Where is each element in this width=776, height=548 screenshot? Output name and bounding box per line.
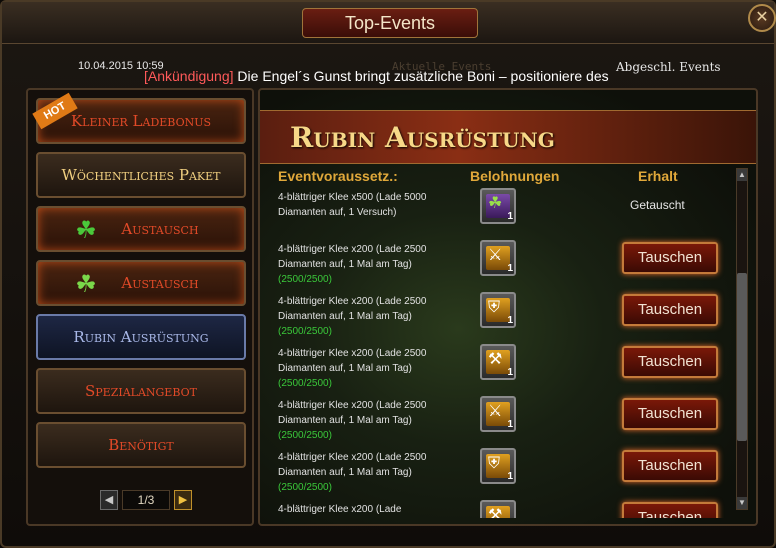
tauschen-button[interactable]: Tauschen [622, 502, 718, 518]
requirement-label: 4-blättriger Klee x200 (Lade 2500 Diaman… [278, 348, 427, 374]
pager-prev-button[interactable]: ◀ [100, 490, 118, 510]
reward-quantity: 1 [507, 471, 513, 482]
requirement-label: 4-blättriger Klee x200 (Lade 2500 Diaman… [278, 244, 427, 270]
window-title: Top-Events [302, 8, 478, 38]
sidebar-item-rubin-ausruestung[interactable]: Rubin Ausrüstung [36, 314, 246, 360]
requirement-text: 4-blättriger Klee x200 (Lade 2500 Diaman… [278, 346, 438, 391]
reward-item[interactable]: ⚒1 [480, 500, 516, 518]
reward-row: 4-blättriger Klee x200 (Lade 2500 Diaman… [260, 240, 740, 292]
event-banner: Rubin Ausrüstung [260, 110, 756, 164]
sidebar-item-label: Benötigt [108, 436, 174, 454]
column-header-rewards: Belohnungen [470, 168, 560, 184]
reward-glyph: ⚒ [488, 507, 503, 518]
requirement-progress: (2500/2500) [278, 378, 332, 389]
reward-item[interactable]: ⛨ 1 [480, 448, 516, 484]
column-header-requirement: Eventvoraussetz.: [278, 168, 398, 184]
reward-row: 4-blättriger Klee x200 (Lade 2500 Diaman… [260, 448, 740, 500]
reward-row: 4-blättriger Klee x200 (Lade 2500 Diaman… [260, 344, 740, 396]
reward-item[interactable]: ☘ 1 [480, 188, 516, 224]
requirement-progress: (2500/2500) [278, 326, 332, 337]
pager-page-label: 1/3 [122, 490, 170, 510]
requirement-text: 4-blättriger Klee x200 (Lade 2500 Diaman… [278, 242, 438, 287]
status-exchanged: Getauscht [630, 198, 685, 212]
scroll-down-arrow-icon[interactable]: ▼ [737, 497, 747, 509]
scroll-up-arrow-icon[interactable]: ▲ [737, 169, 747, 181]
pager-next-button[interactable]: ▶ [174, 490, 192, 510]
reward-row: 4-blättriger Klee x200 (Lade 2500 Diaman… [260, 396, 740, 448]
requirement-progress: (2500/2500) [278, 482, 332, 493]
reward-rows: 4-blättriger Klee x500 (Lade 5000 Diaman… [260, 188, 740, 518]
top-events-window: Top-Events ✕ 10.04.2015 10:59 Aktuelle E… [0, 0, 776, 548]
reward-item[interactable]: ⛨ 1 [480, 292, 516, 328]
sidebar-item-woechentliches-paket[interactable]: Wöchentliches Paket [36, 152, 246, 198]
sidebar-item-label: Austausch [121, 220, 199, 238]
sidebar-item-austausch-1[interactable]: ☘ Austausch [36, 206, 246, 252]
sidebar-item-label: Kleiner Ladebonus [70, 112, 212, 130]
sidebar-item-label: Wöchentliches Paket [61, 166, 221, 184]
reward-quantity: 1 [507, 263, 513, 274]
reward-glyph: ⚔ [488, 403, 503, 420]
tauschen-button[interactable]: Tauschen [622, 398, 718, 430]
requirement-label: 4-blättriger Klee x200 (Lade [278, 504, 402, 515]
clover-icon: ☘ [75, 216, 97, 244]
announcement-ticker: [Ankündigung] Die Engel´s Gunst bringt z… [144, 68, 670, 86]
reward-glyph: ⛨ [488, 299, 501, 316]
reward-item[interactable]: ⚔ 1 [480, 240, 516, 276]
reward-glyph: ☘ [488, 195, 503, 212]
requirement-text: 4-blättriger Klee x200 (Lade 2500 Diaman… [278, 294, 438, 339]
requirement-label: 4-blättriger Klee x200 (Lade 2500 Diaman… [278, 452, 427, 478]
sidebar-item-spezialangebot[interactable]: Spezialangebot [36, 368, 246, 414]
sidebar-pager: ◀ 1/3 ▶ [100, 490, 192, 510]
requirement-text: 4-blättriger Klee x200 (Lade [278, 502, 438, 517]
event-detail-panel: Rubin Ausrüstung Eventvoraussetz.: Beloh… [258, 88, 758, 526]
tauschen-button[interactable]: Tauschen [622, 242, 718, 274]
reward-quantity: 1 [507, 419, 513, 430]
close-button[interactable]: ✕ [748, 4, 776, 32]
rows-scrollbar[interactable]: ▲ ▼ [736, 168, 748, 510]
reward-item[interactable]: ⚔ 1 [480, 396, 516, 432]
scroll-thumb[interactable] [737, 273, 747, 441]
requirement-progress: (2500/2500) [278, 274, 332, 285]
requirement-text: 4-blättriger Klee x200 (Lade 2500 Diaman… [278, 450, 438, 495]
announcement-tag: [Ankündigung] [144, 68, 234, 84]
tauschen-button[interactable]: Tauschen [622, 294, 718, 326]
sidebar-item-kleiner-ladebonus[interactable]: HOT Kleiner Ladebonus [32, 92, 246, 144]
header-row: 10.04.2015 10:59 Aktuelle Events Abgesch… [12, 50, 764, 86]
reward-quantity: 1 [507, 315, 513, 326]
sidebar-item-label: Austausch [121, 274, 199, 292]
sidebar-item-label: Rubin Ausrüstung [73, 328, 209, 346]
reward-glyph: ⚒ [488, 351, 503, 368]
sidebar-item-austausch-2[interactable]: ☘ Austausch [36, 260, 246, 306]
event-sidebar: HOT Kleiner Ladebonus Wöchentliches Pake… [26, 88, 254, 526]
announcement-text: Die Engel´s Gunst bringt zusätzliche Bon… [233, 68, 609, 84]
reward-row: 4-blättriger Klee x200 (Lade 2500 Diaman… [260, 292, 740, 344]
tauschen-button[interactable]: Tauschen [622, 346, 718, 378]
tauschen-button[interactable]: Tauschen [622, 450, 718, 482]
reward-row: 4-blättriger Klee x200 (Lade ⚒1 Tauschen [260, 500, 740, 518]
requirement-progress: (2500/2500) [278, 430, 332, 441]
reward-item[interactable]: ⚒1 [480, 344, 516, 380]
sidebar-item-label: Spezialangebot [85, 382, 197, 400]
reward-row: 4-blättriger Klee x500 (Lade 5000 Diaman… [260, 188, 740, 240]
clover-bundle-icon: ☘ [75, 270, 97, 298]
reward-glyph: ⚔ [488, 247, 503, 264]
reward-glyph: ⛨ [488, 455, 501, 472]
event-title: Rubin Ausrüstung [290, 121, 555, 154]
requirement-label: 4-blättriger Klee x500 (Lade 5000 Diaman… [278, 192, 427, 218]
column-header-receive: Erhalt [638, 168, 678, 184]
reward-quantity: 1 [507, 367, 513, 378]
reward-quantity: 1 [507, 211, 513, 222]
requirement-text: 4-blättriger Klee x500 (Lade 5000 Diaman… [278, 190, 438, 220]
title-bar: Top-Events ✕ [2, 2, 776, 44]
sidebar-item-benoetigt[interactable]: Benötigt [36, 422, 246, 468]
requirement-label: 4-blättriger Klee x200 (Lade 2500 Diaman… [278, 400, 427, 426]
requirement-label: 4-blättriger Klee x200 (Lade 2500 Diaman… [278, 296, 427, 322]
requirement-text: 4-blättriger Klee x200 (Lade 2500 Diaman… [278, 398, 438, 443]
